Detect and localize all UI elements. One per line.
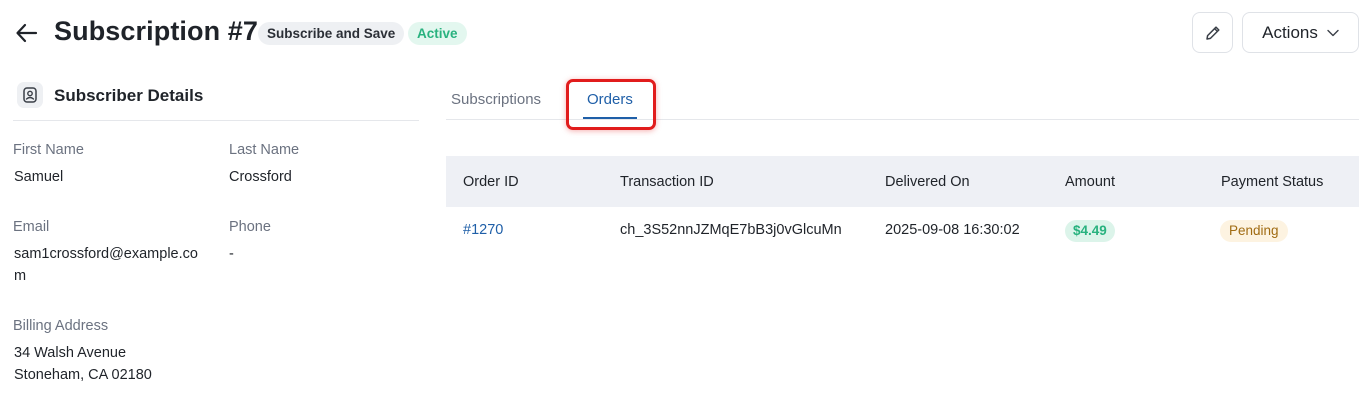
pencil-icon bbox=[1205, 25, 1220, 40]
column-header-transaction-id: Transaction ID bbox=[620, 174, 714, 190]
delivered-on-value: 2025-09-08 16:30:02 bbox=[885, 222, 1020, 238]
subscriber-details-title: Subscriber Details bbox=[54, 86, 204, 105]
phone-label: Phone bbox=[229, 219, 271, 235]
tab-subscriptions[interactable]: Subscriptions bbox=[451, 91, 541, 108]
billing-address-label: Billing Address bbox=[13, 318, 109, 334]
column-header-delivered-on: Delivered On bbox=[885, 174, 970, 190]
section-divider bbox=[13, 120, 419, 121]
column-header-payment-status: Payment Status bbox=[1221, 174, 1324, 190]
column-header-amount: Amount bbox=[1065, 174, 1115, 190]
edit-button[interactable] bbox=[1192, 12, 1233, 53]
subscriber-card-icon bbox=[17, 82, 43, 108]
tabs-divider bbox=[446, 119, 1359, 120]
first-name-value: Samuel bbox=[14, 169, 64, 185]
column-header-order-id: Order ID bbox=[463, 174, 519, 190]
actions-label: Actions bbox=[1262, 22, 1318, 42]
amount-badge: $4.49 bbox=[1065, 220, 1115, 242]
arrow-left-icon bbox=[16, 23, 38, 43]
transaction-id-value: ch_3S52nnJZMqE7bB3j0vGlcuMn bbox=[620, 222, 842, 238]
email-value-line2: m bbox=[14, 268, 27, 284]
billing-address-line2: Stoneham, CA 02180 bbox=[14, 367, 152, 383]
payment-status-badge: Pending bbox=[1220, 220, 1288, 242]
chevron-down-icon bbox=[1327, 29, 1339, 36]
subscription-type-badge: Subscribe and Save bbox=[258, 22, 405, 45]
phone-value: - bbox=[229, 246, 234, 262]
email-label: Email bbox=[13, 219, 50, 235]
order-id-link[interactable]: #1270 bbox=[463, 222, 503, 238]
last-name-label: Last Name bbox=[229, 142, 300, 158]
last-name-value: Crossford bbox=[229, 169, 292, 185]
email-value-line1: sam1crossford@example.co bbox=[14, 246, 198, 262]
page-title: Subscription #7 bbox=[54, 16, 259, 46]
actions-dropdown-button[interactable]: Actions bbox=[1242, 12, 1359, 53]
billing-address-line1: 34 Walsh Avenue bbox=[14, 345, 127, 361]
back-button[interactable] bbox=[14, 20, 40, 46]
tab-orders[interactable]: Orders bbox=[587, 91, 633, 108]
status-badge: Active bbox=[408, 22, 467, 45]
first-name-label: First Name bbox=[13, 142, 84, 158]
